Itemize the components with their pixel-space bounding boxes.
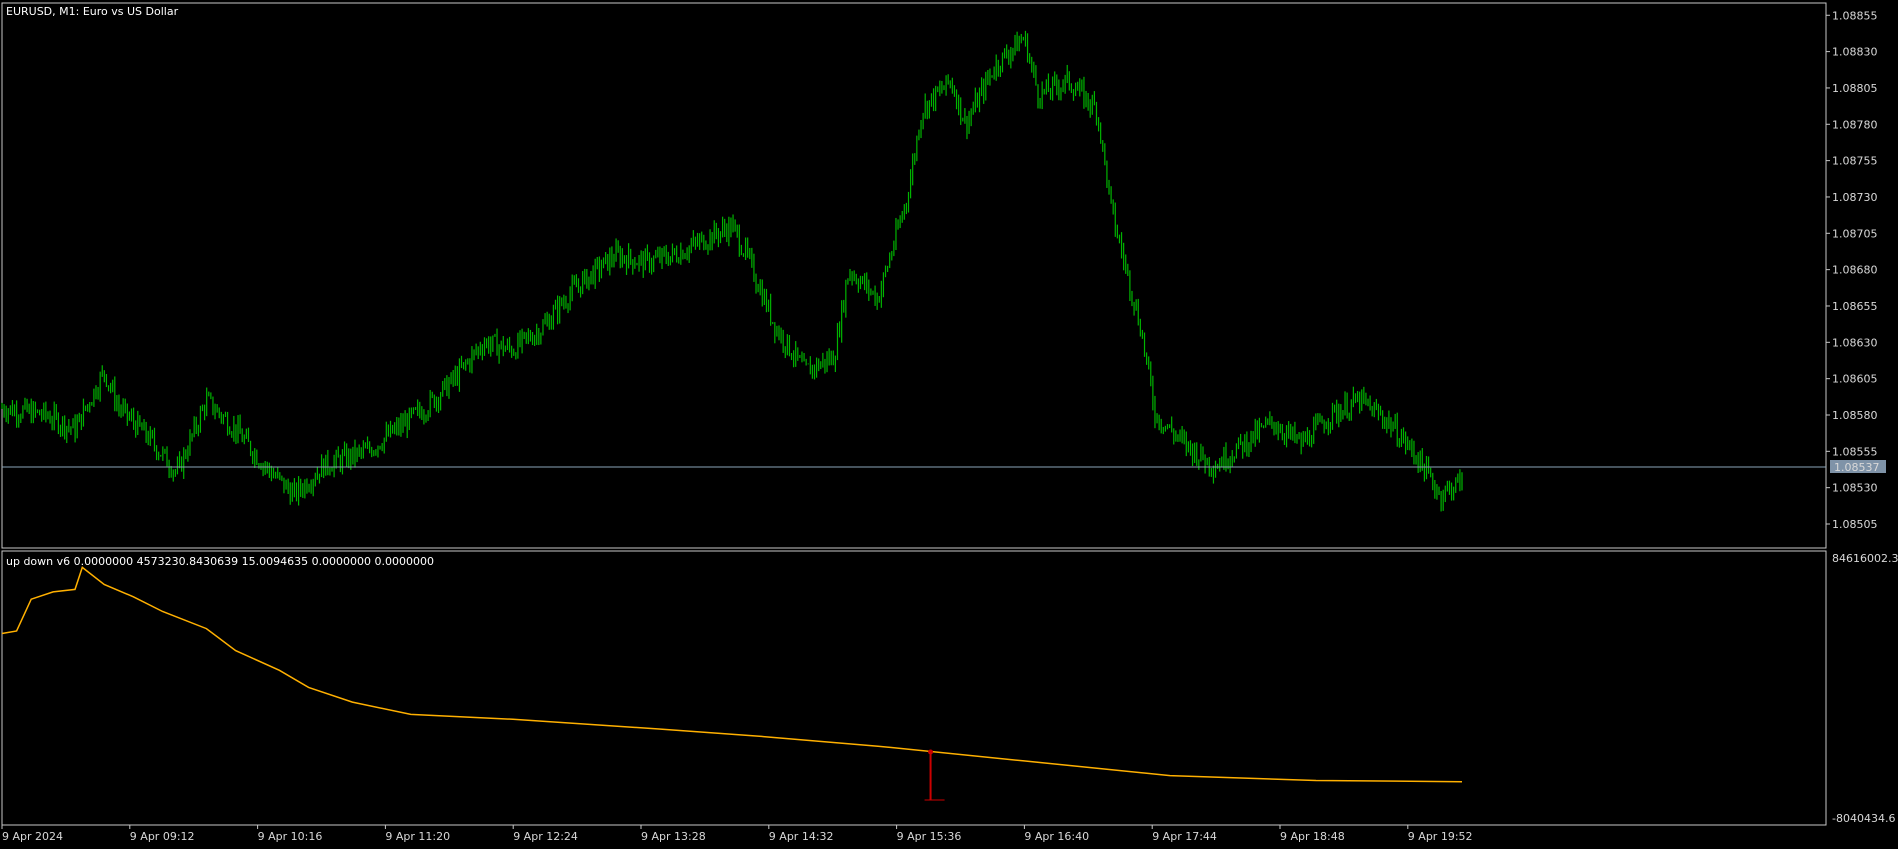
time-tick-label: 9 Apr 11:20 xyxy=(385,830,450,843)
price-tick-label: 1.08580 xyxy=(1832,409,1878,422)
price-axis: 1.08855 1.08830 1.08805 1.08780 1.08755 1.087… xyxy=(1826,9,1878,531)
indicator-tick-label: 84616002.3 xyxy=(1832,552,1898,565)
indicator-axis: 84616002.3 -8040434.6 xyxy=(1832,552,1898,825)
price-tick-label: 1.08655 xyxy=(1832,300,1878,313)
time-tick-label: 9 Apr 17:44 xyxy=(1152,830,1217,843)
current-price-label: 1.08537 xyxy=(1834,461,1880,474)
chart-canvas[interactable]: 1.08855 1.08830 1.08805 1.08780 1.08755 1.087… xyxy=(0,0,1898,849)
signal-dot xyxy=(928,749,934,755)
chart-title: EURUSD, M1: Euro vs US Dollar xyxy=(6,5,179,18)
price-tick-label: 1.08505 xyxy=(1832,518,1878,531)
time-tick-label: 9 Apr 16:40 xyxy=(1024,830,1089,843)
time-tick-label: 9 Apr 2024 xyxy=(2,830,63,843)
price-tick-label: 1.08630 xyxy=(1832,336,1878,349)
trading-chart-window: 1.08855 1.08830 1.08805 1.08780 1.08755 1.087… xyxy=(0,0,1898,849)
indicator-chart-frame xyxy=(1,550,1827,826)
price-tick-label: 1.08605 xyxy=(1832,373,1878,386)
time-tick-label: 9 Apr 19:52 xyxy=(1408,830,1473,843)
time-tick-label: 9 Apr 10:16 xyxy=(258,830,323,843)
price-tick-label: 1.08680 xyxy=(1832,264,1878,277)
price-tick-label: 1.08730 xyxy=(1832,191,1878,204)
time-tick-label: 9 Apr 18:48 xyxy=(1280,830,1345,843)
time-tick-label: 9 Apr 13:28 xyxy=(641,830,706,843)
time-tick-label: 9 Apr 14:32 xyxy=(769,830,834,843)
price-tick-label: 1.08530 xyxy=(1832,482,1878,495)
time-tick-label: 9 Apr 15:36 xyxy=(897,830,962,843)
price-tick-label: 1.08780 xyxy=(1832,118,1878,131)
price-tick-label: 1.08755 xyxy=(1832,155,1878,168)
indicator-line xyxy=(1,566,1463,783)
price-tick-label: 1.08555 xyxy=(1832,445,1878,458)
indicator-label: up down v6 0.0000000 4573230.8430639 15.… xyxy=(6,555,434,568)
price-tick-label: 1.08705 xyxy=(1832,227,1878,240)
price-tick-label: 1.08805 xyxy=(1832,82,1878,95)
main-chart-frame xyxy=(1,2,1827,549)
time-axis: 9 Apr 2024 9 Apr 09:12 9 Apr 10:16 9 Apr 11… xyxy=(1,825,1473,843)
price-series xyxy=(1,30,1463,512)
indicator-series xyxy=(1,566,1463,801)
price-tick-label: 1.08855 xyxy=(1832,9,1878,22)
time-tick-label: 9 Apr 09:12 xyxy=(130,830,195,843)
indicator-tick-label: -8040434.6 xyxy=(1832,812,1895,825)
time-tick-label: 9 Apr 12:24 xyxy=(513,830,578,843)
price-tick-label: 1.08830 xyxy=(1832,46,1878,59)
